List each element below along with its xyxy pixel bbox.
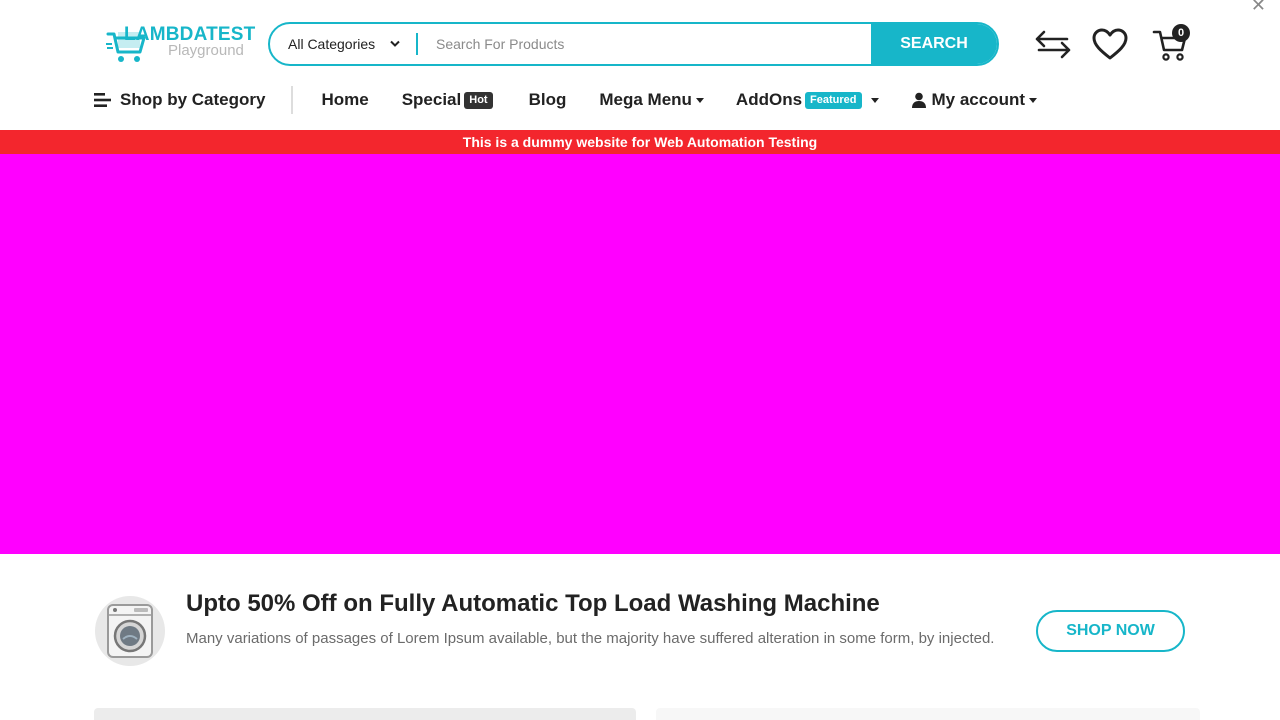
shop-by-category-button[interactable]: Shop by Category (94, 90, 265, 110)
category-select[interactable]: All Categories (270, 33, 418, 55)
caret-down-icon (870, 97, 879, 103)
nav-special[interactable]: Special Hot (402, 90, 493, 110)
nav-mega-menu[interactable]: Mega Menu (599, 90, 704, 110)
featured-badge: Featured (805, 91, 862, 109)
nav-home-label: Home (321, 90, 369, 109)
nav-divider (291, 86, 294, 114)
notice-text: This is a dummy website for Web Automati… (462, 134, 818, 150)
close-icon[interactable]: ✕ (1251, 0, 1266, 14)
user-icon (911, 92, 926, 108)
nav-mega-menu-label: Mega Menu (599, 90, 692, 109)
hero-banner[interactable] (0, 154, 1280, 554)
compare-button[interactable] (1033, 24, 1073, 64)
nav-addons[interactable]: AddOns Featured (736, 90, 879, 110)
category-select-value: All Categories (288, 36, 376, 52)
nav-blog[interactable]: Blog (529, 90, 567, 110)
chevron-down-icon (390, 40, 400, 47)
product-card[interactable] (656, 708, 1200, 720)
shop-now-button[interactable]: SHOP NOW (1036, 610, 1185, 652)
menu-icon (94, 93, 111, 107)
washing-machine-icon (107, 604, 153, 658)
wishlist-button[interactable] (1090, 24, 1130, 64)
nav-blog-label: Blog (528, 90, 567, 109)
shop-by-category-label: Shop by Category (120, 90, 266, 109)
hot-badge: Hot (464, 91, 493, 109)
washing-machine-image (95, 596, 165, 666)
nav-my-account-label: My account (931, 90, 1026, 109)
promo-description: Many variations of passages of Lorem Ips… (186, 630, 995, 647)
search-button[interactable]: SEARCH (871, 24, 997, 64)
main-nav: Shop by Category Home Special Hot Blog M… (94, 84, 1038, 116)
caret-down-icon (1029, 97, 1038, 103)
cart-count-badge: 0 (1172, 24, 1190, 42)
product-card[interactable] (94, 708, 636, 720)
nav-my-account[interactable]: My account (911, 90, 1038, 110)
notice-bar: This is a dummy website for Web Automati… (0, 130, 1280, 154)
wishlist-heart-icon (1092, 28, 1128, 60)
caret-down-icon (695, 97, 704, 103)
site-logo[interactable]: LAMBDATEST Playground (104, 22, 255, 70)
nav-home[interactable]: Home (321, 90, 368, 110)
nav-special-label: Special (401, 90, 462, 109)
promo-title: Upto 50% Off on Fully Automatic Top Load… (186, 590, 880, 617)
search-bar: All Categories SEARCH (268, 22, 999, 66)
logo-subtext: Playground (168, 42, 244, 59)
search-input[interactable] (418, 24, 871, 64)
nav-addons-label: AddOns (735, 90, 803, 109)
compare-icon (1035, 30, 1071, 59)
cart-button[interactable]: 0 (1150, 24, 1190, 64)
